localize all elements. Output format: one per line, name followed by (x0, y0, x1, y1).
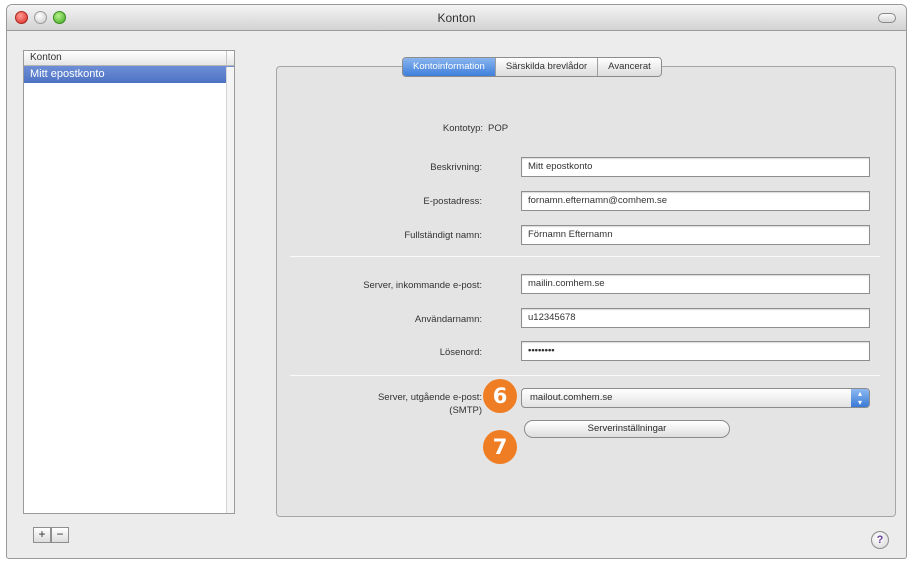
server-settings-button[interactable]: Serverinställningar (524, 420, 730, 438)
description-label: Beskrivning: (430, 162, 482, 173)
username-label: Användarnamn: (414, 314, 482, 325)
outgoing-server-popup[interactable]: mailout.comhem.se ▴ ▾ (521, 388, 870, 408)
incoming-server-field[interactable]: mailin.comhem.se (521, 274, 870, 294)
popup-arrows-icon: ▴ ▾ (851, 389, 869, 407)
username-field[interactable]: u12345678 (521, 308, 870, 328)
account-type-label: Kontotyp: (442, 123, 483, 134)
window-title: Konton (437, 11, 476, 25)
email-label: E-postadress: (423, 196, 482, 207)
full-name-field[interactable]: Förnamn Efternamn (521, 225, 870, 245)
title-bar[interactable]: Konton (7, 5, 906, 31)
tab-sarskilda-brevlador[interactable]: Särskilda brevlådor (494, 58, 598, 76)
password-label: Lösenord: (439, 347, 482, 358)
annotation-marker-6: 6 (483, 379, 517, 413)
outgoing-server-label: Server, utgående e-post: (377, 392, 482, 403)
section-divider-2 (290, 375, 880, 376)
add-account-button[interactable]: + (33, 527, 51, 543)
remove-account-button[interactable]: − (51, 527, 69, 543)
accounts-list[interactable]: Konton Mitt epostkonto (23, 50, 235, 514)
incoming-server-label: Server, inkommande e-post: (363, 280, 482, 291)
column-separator (226, 51, 227, 66)
description-field[interactable]: Mitt epostkonto (521, 157, 870, 177)
tab-avancerat[interactable]: Avancerat (597, 58, 661, 76)
account-type-value: POP (488, 123, 509, 134)
email-field[interactable]: fornamn.efternamn@comhem.se (521, 191, 870, 211)
sidebar-item-mitt-epostkonto[interactable]: Mitt epostkonto (24, 66, 234, 83)
tab-bar: Kontoinformation Särskilda brevlådor Ava… (402, 57, 662, 77)
password-field[interactable]: •••••••• (521, 341, 870, 361)
annotation-marker-7: 7 (483, 430, 517, 464)
outgoing-server-smtp-label: (SMTP) (449, 405, 482, 416)
section-divider (290, 256, 880, 257)
accounts-list-header-label: Konton (30, 52, 62, 63)
outgoing-server-value: mailout.comhem.se (530, 392, 613, 403)
tab-kontoinformation[interactable]: Kontoinformation (403, 58, 495, 76)
help-button[interactable]: ? (871, 531, 889, 549)
accounts-list-scrollbar[interactable] (226, 67, 234, 513)
toolbar-toggle-button[interactable] (878, 13, 896, 23)
full-name-label: Fullständigt namn: (404, 230, 482, 241)
accounts-list-header: Konton (24, 51, 234, 66)
